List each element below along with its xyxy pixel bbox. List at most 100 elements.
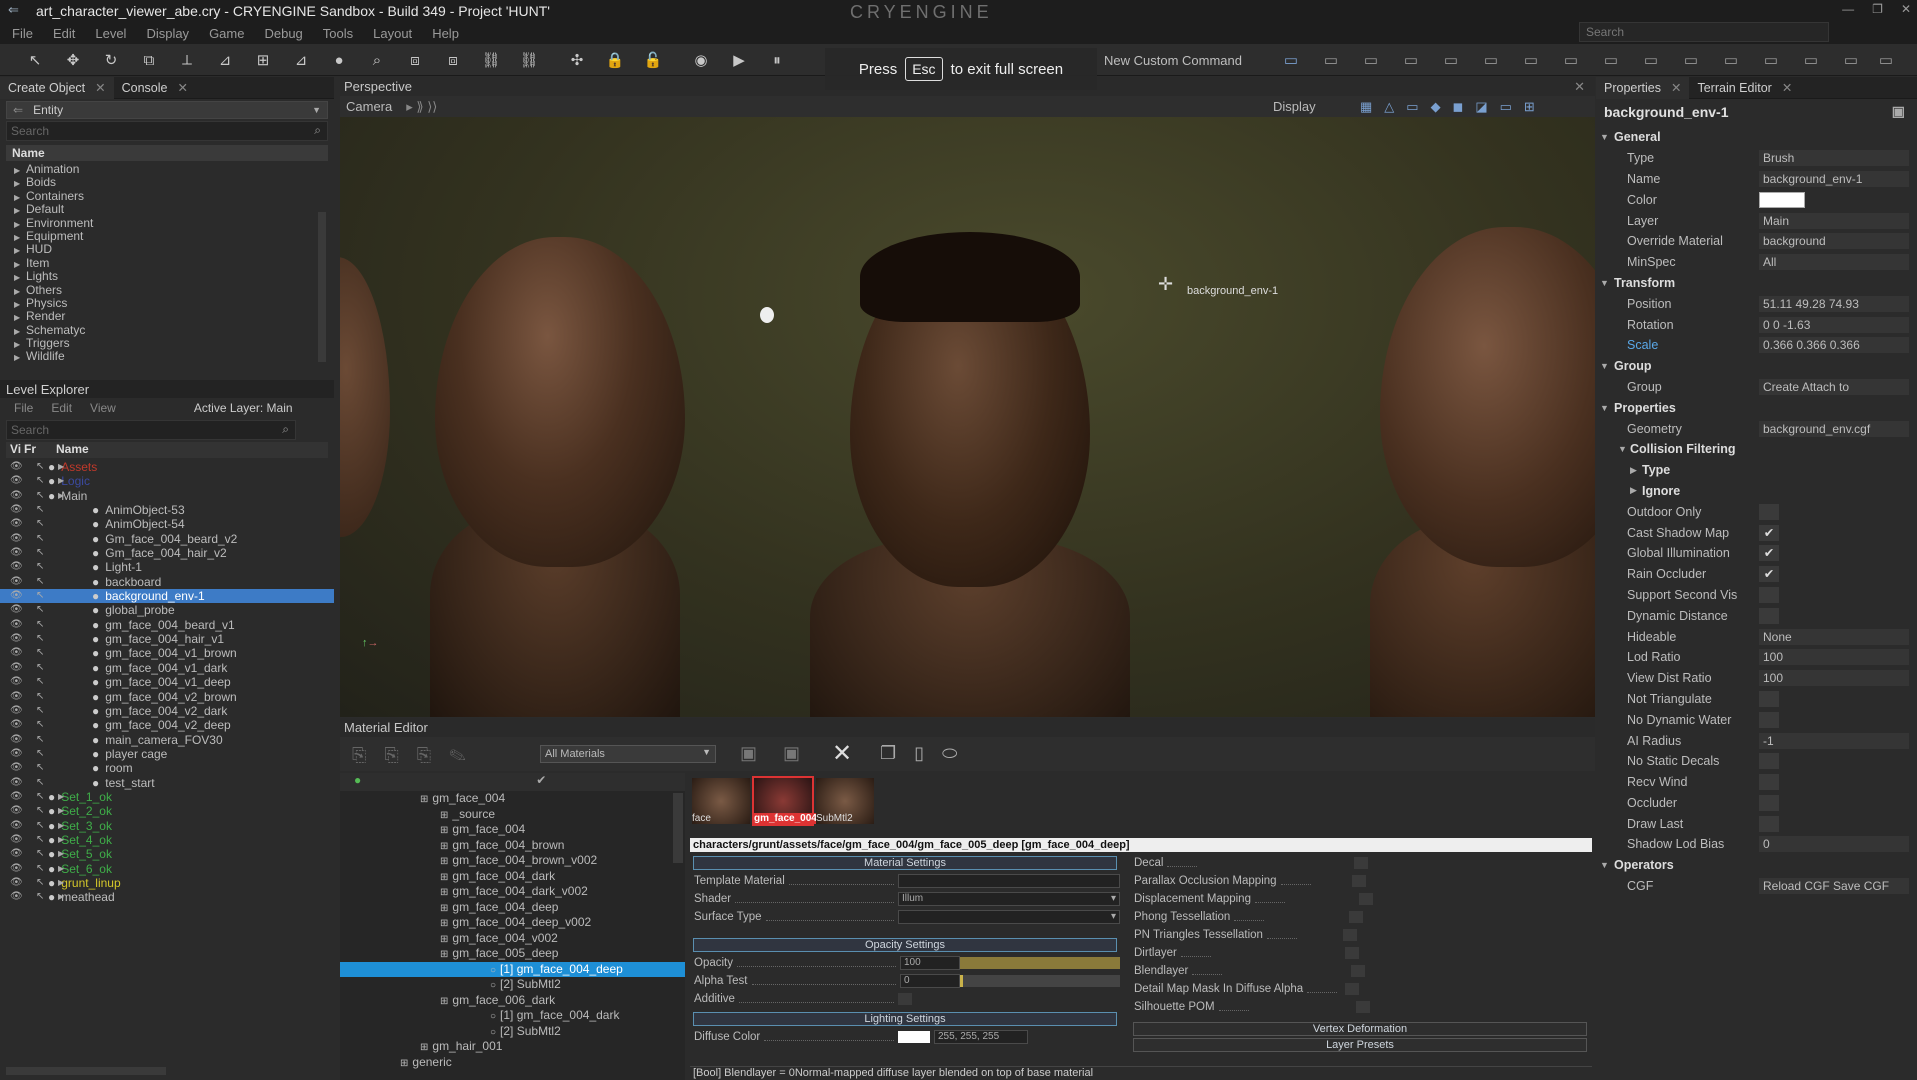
material-tree-item[interactable]: ⊞ gm_face_004_dark	[340, 869, 685, 885]
property-value[interactable]: Main	[1759, 212, 1909, 229]
entity-category[interactable]: ▶ Wildlife	[14, 350, 334, 363]
freeze-icon[interactable]: ↖	[36, 661, 44, 675]
unlock-icon[interactable]: 🔓	[642, 49, 664, 71]
freeze-icon[interactable]: ↖	[36, 747, 44, 761]
level-object-row[interactable]: 👁 ↖ ▶ ● Set_6_ok	[0, 862, 334, 876]
level-object-row[interactable]: 👁 ↖ ● AnimObject-54	[0, 517, 334, 531]
chevron-right-icon[interactable]: ▶	[14, 271, 26, 284]
freeze-icon[interactable]: ↖	[36, 618, 44, 632]
color-swatch[interactable]	[1759, 191, 1805, 208]
entity-category[interactable]: ▶ Equipment	[14, 229, 334, 244]
chevron-right-icon[interactable]: ▶	[14, 231, 26, 244]
property-checkbox[interactable]	[1759, 607, 1779, 624]
level-object-row[interactable]: 👁 ↖ ● Gm_face_004_beard_v2	[0, 532, 334, 546]
freeze-icon[interactable]: ↖	[36, 690, 44, 704]
param-checkbox[interactable]	[1353, 857, 1368, 869]
visibility-icon[interactable]: 👁	[10, 776, 23, 790]
property-value[interactable]: 0.366 0.366 0.366	[1759, 337, 1909, 354]
param-checkbox[interactable]	[1351, 965, 1366, 977]
property-value[interactable]: 51.11 49.28 74.93	[1759, 295, 1909, 312]
freeze-icon[interactable]: ↖	[36, 804, 44, 818]
material-tree-item[interactable]: ⊞ gm_face_004_brown	[340, 838, 685, 854]
move-icon[interactable]: ✥	[62, 49, 84, 71]
level-object-row[interactable]: 👁 ↖ ● main_camera_FOV30	[0, 733, 334, 747]
level-explorer-search[interactable]: Search ⌕	[6, 420, 296, 440]
visibility-icon[interactable]: 👁	[10, 833, 23, 847]
entity-category[interactable]: ▶ Animation	[14, 162, 334, 176]
menu-tools[interactable]: Tools	[323, 26, 353, 41]
param-checkbox[interactable]	[1358, 893, 1373, 905]
entity-category[interactable]: ▶ Boids	[14, 176, 334, 189]
level-object-row[interactable]: 👁 ↖ ▶ ● Set_2_ok	[0, 804, 334, 818]
global-search-input[interactable]: Search	[1579, 22, 1829, 42]
level-object-row[interactable]: 👁 ↖ ● gm_face_004_v1_deep	[0, 675, 334, 689]
menu-layout[interactable]: Layout	[373, 26, 412, 41]
material-tree-item[interactable]: ⊞ gm_face_004	[340, 822, 685, 838]
toolbar-tool-6-icon[interactable]: ▭	[1480, 49, 1502, 71]
property-value[interactable]: All	[1759, 254, 1909, 271]
chevron-right-icon[interactable]: ▶	[58, 819, 70, 833]
material-tree-item[interactable]: ⊞ _source	[340, 807, 685, 823]
grid-icon[interactable]: ⊞	[252, 49, 274, 71]
opacity-slider[interactable]	[960, 957, 1120, 969]
entity-category[interactable]: ▶ Item	[14, 256, 334, 270]
alpha-test-slider[interactable]	[960, 975, 1120, 987]
toolbar-tool-15-icon[interactable]: ▭	[1840, 49, 1862, 71]
freeze-icon[interactable]: ↖	[36, 575, 44, 589]
freeze-icon[interactable]: ↖	[36, 589, 44, 603]
visibility-icon[interactable]: 👁	[10, 546, 23, 560]
visibility-icon[interactable]: 👁	[10, 460, 23, 474]
alpha-test-field[interactable]: 0	[900, 974, 960, 988]
chevron-right-icon[interactable]: ▶	[14, 204, 26, 217]
level-object-row[interactable]: 👁 ↖ ● Gm_face_004_hair_v2	[0, 546, 334, 560]
level-object-row[interactable]: 👁 ↖ ▶ ● Set_3_ok	[0, 819, 334, 833]
property-checkbox[interactable]	[1759, 753, 1779, 770]
freeze-icon[interactable]: ↖	[36, 776, 44, 790]
visibility-icon[interactable]: 👁	[10, 862, 23, 876]
entity-dropdown[interactable]: ⇐ Entity ▼	[6, 101, 328, 119]
freeze-icon[interactable]: ↖	[36, 603, 44, 617]
freeze-icon[interactable]: ↖	[36, 517, 44, 531]
freeze-icon[interactable]: ↖	[36, 460, 44, 474]
chevron-right-icon[interactable]: ▶	[58, 460, 70, 474]
align-icon[interactable]: ⊿	[214, 49, 236, 71]
chevron-right-icon[interactable]: ▶	[14, 351, 26, 364]
freeze-icon[interactable]: ↖	[36, 847, 44, 861]
material-tree-item[interactable]: ⊞ gm_face_005_deep	[340, 946, 685, 962]
perspective-viewport[interactable]: Perspective ✕ Camera ▸ ⟫ ⟩⟩ Display ▦△▭◆◼◪▭⊞…	[340, 77, 1595, 717]
material-tree-item[interactable]: ⊞ gm_face_004_deep	[340, 900, 685, 916]
move-gizmo-icon[interactable]: ✛	[1158, 274, 1173, 295]
freeze-icon[interactable]: ↖	[36, 733, 44, 747]
chevron-right-icon[interactable]: ▶	[58, 876, 70, 890]
param-checkbox[interactable]	[1345, 983, 1360, 995]
pause-icon[interactable]: ⏸	[766, 49, 788, 71]
toolbar-tool-12-icon[interactable]: ▭	[1720, 49, 1742, 71]
param-checkbox[interactable]	[1349, 911, 1364, 923]
level-object-row[interactable]: 👁 ↖ ▶ ● meathead	[0, 890, 334, 904]
level-object-row[interactable]: 👁 ↖ ● gm_face_004_beard_v1	[0, 618, 334, 632]
chevron-right-icon[interactable]: ▶	[14, 191, 26, 204]
freeze-icon[interactable]: ↖	[36, 761, 44, 775]
entity-category[interactable]: ▶ Render	[14, 310, 334, 323]
freeze-icon[interactable]: ↖	[36, 546, 44, 560]
tab-terrain-editor[interactable]: Terrain Editor ✕	[1689, 77, 1800, 99]
property-checkbox[interactable]	[1759, 815, 1779, 832]
entity-category[interactable]: ▶ Default	[14, 202, 334, 217]
level-object-row[interactable]: 👁 ↖ ● AnimObject-53	[0, 503, 334, 517]
level-object-row[interactable]: 👁 ↖ ● background_env-1	[0, 589, 334, 604]
material-thumbnail[interactable]: face	[692, 778, 750, 824]
material-tree-item[interactable]: ⊞ gm_face_004_v002	[340, 931, 685, 947]
visibility-icon[interactable]: 👁	[10, 503, 23, 517]
entity-category[interactable]: ▶ Lights	[14, 269, 334, 284]
toolbar-tool-8-icon[interactable]: ▭	[1560, 49, 1582, 71]
zoom-icon[interactable]: ⌕	[366, 49, 388, 71]
menu-debug[interactable]: Debug	[264, 26, 302, 41]
property-checkbox[interactable]: ✔	[1759, 524, 1779, 541]
frame2-icon[interactable]: ⧈	[442, 49, 464, 71]
rotate-icon[interactable]: ↻	[100, 49, 122, 71]
chevron-right-icon[interactable]: ▶	[58, 790, 70, 804]
visibility-icon[interactable]: 👁	[10, 747, 23, 761]
maximize-icon[interactable]: ❐	[1872, 2, 1883, 16]
property-value[interactable]: Brush	[1759, 150, 1909, 167]
property-value[interactable]: 100	[1759, 649, 1909, 666]
